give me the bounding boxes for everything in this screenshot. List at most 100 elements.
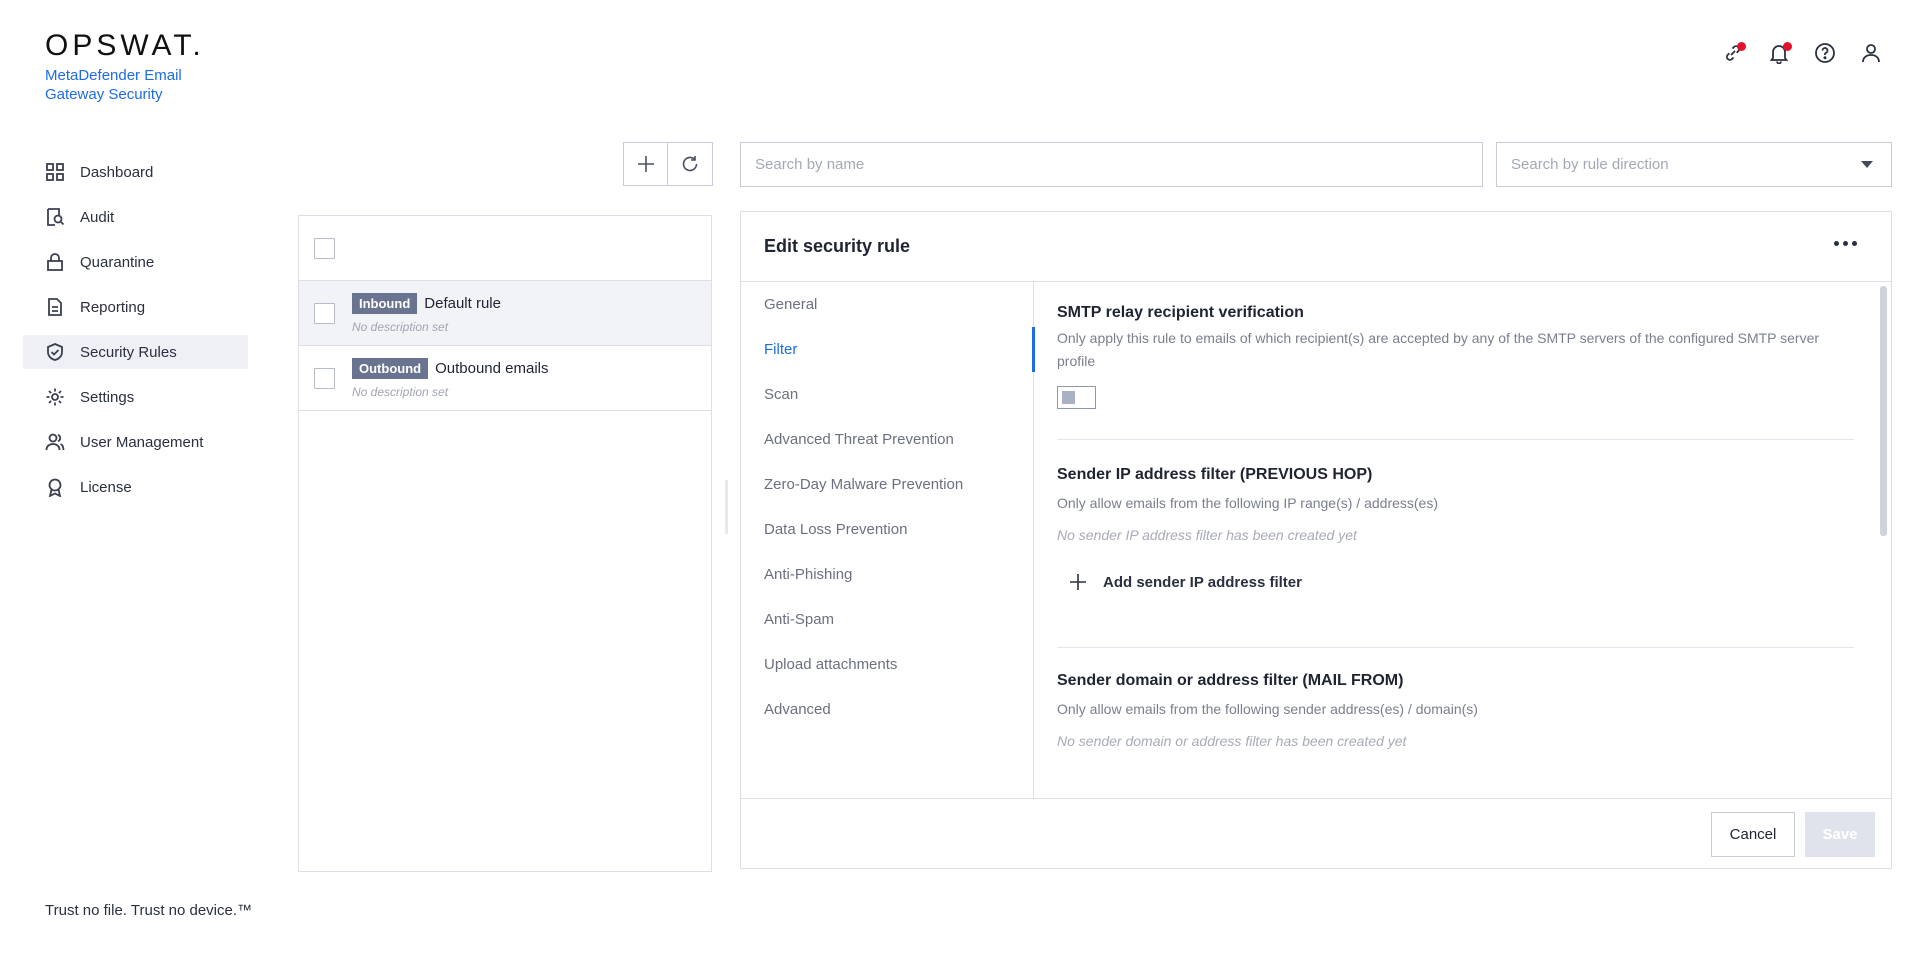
rule-direction-badge: Outbound — [352, 357, 429, 379]
tab-filter[interactable]: Filter — [741, 327, 1035, 372]
more-icon — [1852, 241, 1857, 246]
sidebar-item-label: Reporting — [80, 298, 146, 316]
save-button[interactable]: Save — [1805, 812, 1875, 857]
rule-checkbox[interactable] — [314, 302, 335, 324]
smtp-verification-toggle[interactable] — [1057, 386, 1096, 409]
notifications-button[interactable] — [1766, 40, 1792, 66]
dashboard-icon — [45, 162, 65, 182]
tab-advanced[interactable]: Advanced — [741, 687, 1033, 732]
header-actions — [1720, 40, 1884, 66]
rule-row[interactable]: Outbound Outbound emails No description … — [299, 346, 711, 411]
tab-general[interactable]: General — [741, 282, 1033, 327]
sidebar-item-user-management[interactable]: User Management — [23, 425, 248, 459]
notification-dot — [1783, 42, 1792, 51]
rule-checkbox[interactable] — [314, 367, 335, 389]
tab-data-loss-prevention[interactable]: Data Loss Prevention — [741, 507, 1033, 552]
rule-description: No description set — [352, 384, 449, 399]
search-by-name-input[interactable] — [740, 142, 1483, 187]
section-title: Sender IP address filter (PREVIOUS HOP) — [1057, 466, 1373, 483]
sidebar-item-label: Dashboard — [80, 163, 154, 181]
toggle-knob — [1062, 391, 1075, 404]
section-description: Only allow emails from the following sen… — [1057, 701, 1478, 717]
rules-list-header — [299, 216, 711, 281]
tab-upload-attachments[interactable]: Upload attachments — [741, 642, 1033, 687]
help-button[interactable] — [1812, 40, 1838, 66]
more-icon — [1834, 241, 1839, 246]
sidebar-nav: Dashboard Audit Quarantine Reporting Sec… — [23, 155, 248, 515]
sidebar-item-audit[interactable]: Audit — [23, 200, 248, 234]
tab-zero-day-malware-prevention[interactable]: Zero-Day Malware Prevention — [741, 462, 1033, 507]
help-icon — [1815, 43, 1835, 63]
section-description: Only apply this rule to emails of which … — [1057, 330, 1820, 369]
rule-info: Outbound Outbound emails No description … — [352, 357, 549, 399]
refresh-button[interactable] — [668, 142, 713, 186]
rule-row[interactable]: Inbound Default rule No description set — [299, 281, 711, 346]
sidebar-item-reporting[interactable]: Reporting — [23, 290, 248, 324]
edit-rule-panel: Edit security rule General Filter Scan A… — [740, 211, 1892, 869]
sidebar-item-license[interactable]: License — [23, 470, 248, 504]
user-icon — [1862, 44, 1880, 63]
sidebar-item-label: Security Rules — [80, 343, 177, 361]
sidebar-item-quarantine[interactable]: Quarantine — [23, 245, 248, 279]
tab-anti-spam[interactable]: Anti-Spam — [741, 597, 1033, 642]
section-title: Sender domain or address filter (MAIL FR… — [1057, 672, 1404, 689]
chevron-down-icon — [1861, 161, 1873, 168]
content-scrollbar[interactable] — [1880, 286, 1887, 536]
document-icon — [45, 297, 65, 317]
brand-logo[interactable]: OPSWAT. MetaDefender Email Gateway Secur… — [45, 30, 205, 104]
edit-rule-footer: Cancel Save — [741, 798, 1891, 868]
rule-direction-placeholder: Search by rule direction — [1511, 156, 1669, 173]
edit-rule-title: Edit security rule — [764, 236, 911, 256]
sidebar-item-settings[interactable]: Settings — [23, 380, 248, 414]
sidebar-item-dashboard[interactable]: Dashboard — [23, 155, 248, 189]
section-description: Only allow emails from the following IP … — [1057, 495, 1439, 511]
rule-tabs: General Filter Scan Advanced Threat Prev… — [741, 282, 1035, 798]
filter-settings: SMTP relay recipient verification Only a… — [1057, 282, 1854, 798]
sidebar-item-security-rules[interactable]: Security Rules — [23, 335, 248, 369]
plus-icon — [637, 156, 654, 172]
audit-icon — [45, 207, 65, 227]
empty-state-text: No sender IP address filter has been cre… — [1057, 527, 1357, 543]
shield-check-icon — [45, 342, 65, 362]
tab-scan[interactable]: Scan — [741, 372, 1033, 417]
sender-domain-filter-section: Sender domain or address filter (MAIL FR… — [1057, 648, 1854, 749]
smtp-verification-section: SMTP relay recipient verification Only a… — [1057, 282, 1854, 409]
cancel-button[interactable]: Cancel — [1711, 812, 1795, 857]
rule-description: No description set — [352, 319, 449, 334]
tab-advanced-threat-prevention[interactable]: Advanced Threat Prevention — [741, 417, 1033, 462]
rule-direction-badge: Inbound — [352, 292, 418, 314]
plus-icon — [1070, 574, 1086, 590]
users-icon — [45, 432, 65, 452]
more-options-button[interactable] — [1830, 237, 1861, 250]
user-menu-button[interactable] — [1858, 40, 1884, 66]
rule-name: Default rule — [424, 294, 501, 312]
rules-list: Inbound Default rule No description set … — [298, 215, 712, 872]
rules-toolbar — [623, 142, 713, 186]
sender-ip-filter-section: Sender IP address filter (PREVIOUS HOP) … — [1057, 440, 1854, 591]
section-title: SMTP relay recipient verification — [1057, 304, 1304, 321]
edit-rule-header: Edit security rule — [741, 212, 1891, 282]
empty-state-text: No sender domain or address filter has b… — [1057, 733, 1407, 749]
sidebar-item-label: Quarantine — [80, 253, 155, 271]
panel-resize-handle[interactable] — [725, 480, 728, 534]
add-rule-button[interactable] — [623, 142, 668, 186]
sidebar-item-label: Audit — [80, 208, 115, 226]
lock-icon — [45, 252, 65, 272]
integration-link-button[interactable] — [1720, 40, 1746, 66]
select-all-checkbox[interactable] — [314, 237, 335, 259]
refresh-icon — [682, 156, 698, 172]
sidebar-item-label: Settings — [80, 388, 135, 406]
sidebar-item-label: License — [80, 478, 132, 496]
add-filter-label: Add sender IP address filter — [1103, 573, 1302, 591]
rule-direction-select[interactable]: Search by rule direction — [1496, 142, 1892, 187]
sidebar-item-label: User Management — [80, 433, 204, 451]
product-name: MetaDefender Email Gateway Security — [45, 67, 182, 103]
tagline: Trust no file. Trust no device.™ — [45, 902, 253, 919]
add-sender-ip-filter-button[interactable]: Add sender IP address filter — [1069, 573, 1329, 591]
rule-name: Outbound emails — [435, 359, 549, 377]
logo-wordmark: OPSWAT. — [45, 29, 205, 62]
gear-icon — [45, 387, 65, 407]
tab-anti-phishing[interactable]: Anti-Phishing — [741, 552, 1033, 597]
badge-icon — [45, 477, 65, 497]
rule-info: Inbound Default rule No description set — [352, 292, 501, 334]
